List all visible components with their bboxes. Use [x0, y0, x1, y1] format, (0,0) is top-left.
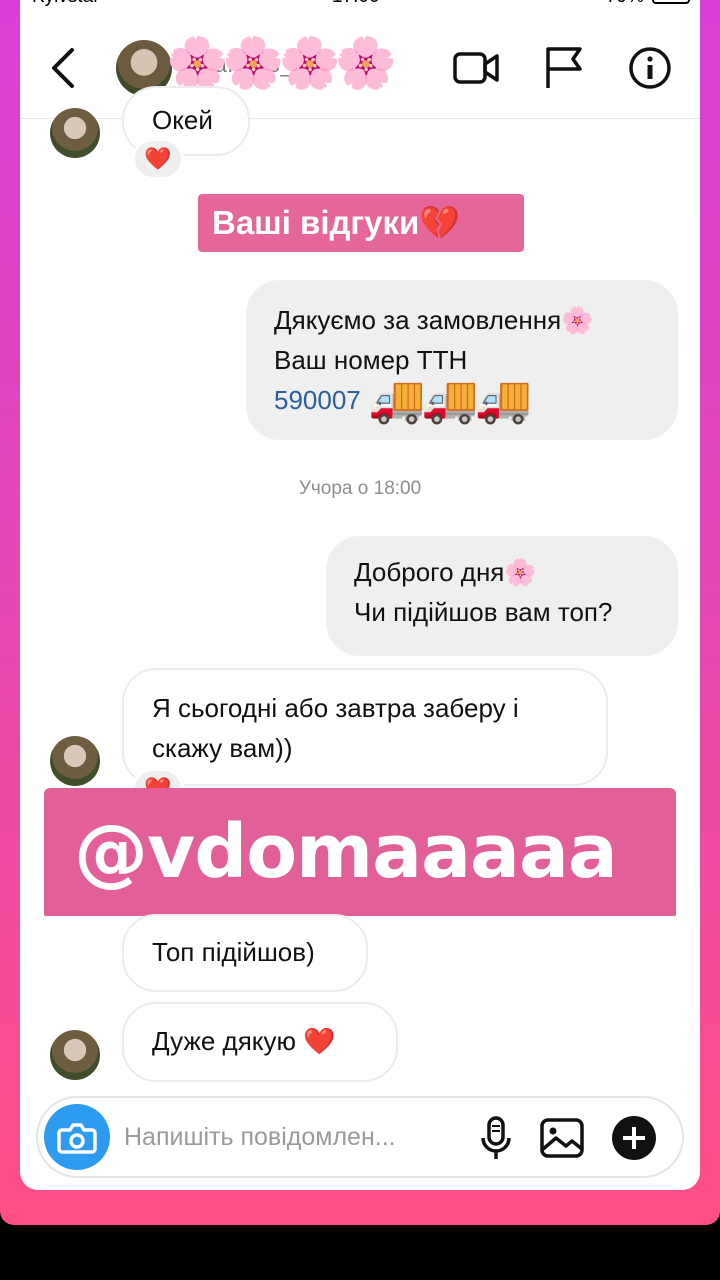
screenshot-card: Kyivstar 17:00 79% _mariaus_7 🌸🌸🌸🌸 Окей …: [20, 0, 700, 1190]
info-icon[interactable]: [626, 46, 674, 90]
message-bubble-incoming[interactable]: Я сьогодні або завтра заберу і скажу вам…: [122, 668, 608, 786]
heart-reaction[interactable]: ❤️: [132, 138, 184, 180]
microphone-icon[interactable]: [472, 1114, 520, 1162]
message-bubble-incoming[interactable]: Топ підійшов): [122, 914, 368, 992]
report-flag-icon[interactable]: [540, 46, 588, 90]
message-input[interactable]: [124, 1114, 464, 1160]
back-arrow-icon[interactable]: [48, 46, 78, 90]
message-line: Доброго дня🌸: [354, 557, 537, 587]
truck-emojis: 🚚🚚🚚: [368, 373, 532, 425]
battery-percent: 79%: [606, 0, 644, 8]
message-text: Топ підійшов): [152, 937, 315, 967]
message-text: Дуже дякую ❤️: [152, 1026, 336, 1056]
camera-button[interactable]: [44, 1104, 110, 1170]
clock: 17:00: [332, 0, 380, 8]
message-line: Я сьогодні або завтра заберу і: [152, 693, 519, 723]
chat-header: _mariaus_7 🌸🌸🌸🌸: [20, 28, 700, 108]
message-line: Дякуємо за замовлення🌸: [274, 305, 594, 335]
carrier-label: Kyivstar: [32, 0, 100, 8]
camera-icon: [57, 1123, 97, 1154]
status-bar: Kyivstar 17:00 79%: [20, 0, 700, 10]
message-text: Окей: [152, 105, 213, 135]
video-call-icon[interactable]: [452, 46, 500, 90]
message-composer: [36, 1096, 684, 1178]
message-line: скажу вам)): [152, 733, 293, 763]
bottom-bar: [0, 1225, 720, 1280]
message-bubble-incoming[interactable]: Дуже дякую ❤️: [122, 1002, 398, 1082]
flower-stickers: 🌸🌸🌸🌸: [166, 35, 397, 91]
gallery-icon[interactable]: [538, 1114, 586, 1162]
reviews-sticker: Ваші відгуки💔: [198, 194, 524, 252]
message-line: Чи підійшов вам топ?: [354, 597, 613, 627]
sender-avatar[interactable]: [50, 1030, 100, 1080]
sender-avatar[interactable]: [50, 736, 100, 786]
sender-avatar[interactable]: [50, 108, 100, 158]
plus-icon[interactable]: [610, 1114, 658, 1162]
username-overlay: @vdomaaaaa: [44, 788, 676, 916]
message-timestamp: Учора о 18:00: [298, 478, 422, 499]
battery-icon: [652, 0, 690, 4]
message-bubble-outgoing[interactable]: Доброго дня🌸 Чи підійшов вам топ?: [326, 536, 678, 656]
